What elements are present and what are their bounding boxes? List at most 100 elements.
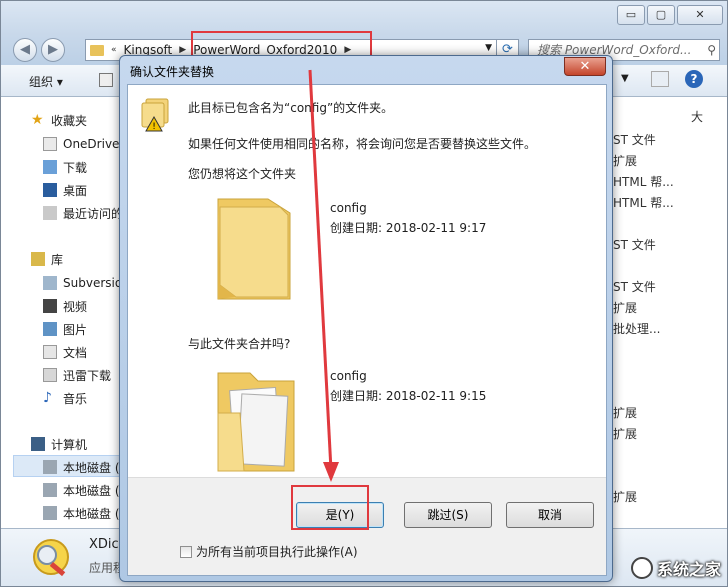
dialog-message-1: 此目标已包含名为“config”的文件夹。 [188,101,394,115]
chevron-right-icon[interactable]: ▶ [176,45,189,55]
source-folder-date: 创建日期: 2018-02-11 9:17 [330,221,487,235]
target-folder-date: 创建日期: 2018-02-11 9:15 [330,389,487,403]
nav-label: 本地磁盘 ( [63,483,120,498]
file-list-columns: 大 ST 文件 扩展 HTML 帮... HTML 帮... ST 文件 ST … [613,98,727,528]
open-folder-icon [217,372,295,472]
recent-places-icon [43,206,57,220]
file-type-cell[interactable]: HTML 帮... [613,194,674,211]
dialog-message-2: 如果任何文件使用相同的名称，将会询问您是否要替换这些文件。 [188,137,537,151]
nav-label: 迅雷下载 [63,368,112,383]
file-type-cell[interactable]: 扩展 [613,488,637,505]
apply-to-all-checkbox[interactable]: 为所有当前项目执行此操作(A) [180,543,358,560]
nav-recent[interactable]: 最近访问的 [43,203,123,223]
computer-icon [31,437,45,451]
checkbox-label[interactable]: 为所有当前项目执行此操作(A) [196,543,358,560]
breadcrumb-overflow[interactable]: « [108,45,120,55]
file-type-cell[interactable]: 扩展 [613,299,637,316]
nav-onedrive[interactable]: OneDrive [43,134,119,154]
picture-icon [43,322,57,336]
library-icon [31,252,45,266]
nav-subversion[interactable]: Subversio [43,273,122,293]
nav-label: 计算机 [51,437,88,452]
search-icon[interactable]: ⚲ [707,40,716,60]
nav-favorites[interactable]: ★ 收藏夹 [31,110,87,130]
drive-icon [43,506,57,520]
nav-videos[interactable]: 视频 [43,296,87,316]
close-window-button[interactable]: ✕ [677,5,723,25]
nav-label: Subversio [63,276,123,290]
dialog-question-2: 与此文件夹合并吗? [188,337,291,351]
file-type-cell[interactable]: 批处理... [613,320,660,337]
explorer-titlebar: ▭ ▢ ✕ [1,1,727,35]
nav-label: 图片 [63,322,88,337]
back-button[interactable]: ◀ [13,38,37,62]
maximize-button[interactable]: ▢ [647,5,675,25]
folder-icon [90,44,104,56]
nav-label: 桌面 [63,183,88,198]
help-icon[interactable]: ? [685,70,703,88]
minimize-button[interactable]: ▭ [617,5,645,25]
nav-label: 文档 [63,345,88,360]
watermark: 系统之家 [630,556,721,580]
nav-documents[interactable]: 文档 [43,342,87,362]
nav-music[interactable]: ♪ 音乐 [43,388,87,408]
onedrive-icon [43,137,57,151]
nav-label: 视频 [63,299,88,314]
watermark-logo-icon [630,557,653,579]
file-type-cell[interactable]: ST 文件 [613,236,656,253]
thunder-icon [43,368,57,382]
nav-label: 本地磁盘 ( [63,460,120,475]
nav-libraries[interactable]: 库 [31,249,63,269]
cancel-button[interactable]: 取消 [506,502,594,528]
checkbox-box[interactable] [180,545,192,558]
target-folder-name: config [330,369,367,383]
nav-label: 本地磁盘 ( [63,506,120,521]
nav-downloads[interactable]: 下载 [43,157,87,177]
star-icon: ★ [31,112,44,128]
nav-label: 收藏夹 [51,113,88,128]
xdict-app-icon [33,539,69,577]
dialog-close-button[interactable]: ✕ [564,57,606,76]
navigation-pane: ★ 收藏夹 OneDrive 下载 桌面 最近访问的 库 Subversio 视… [1,98,123,528]
nav-computer[interactable]: 计算机 [31,434,87,454]
forward-button[interactable]: ▶ [41,38,65,62]
watermark-text: 系统之家 [656,560,721,579]
nav-desktop[interactable]: 桌面 [43,180,87,200]
document-icon [43,345,57,359]
nav-label: 下载 [63,160,88,175]
file-type-cell[interactable]: ST 文件 [613,131,656,148]
properties-icon[interactable] [99,73,113,87]
skip-button[interactable]: 跳过(S) [404,502,492,528]
nav-label: OneDrive [63,137,120,151]
desktop-icon [43,183,57,197]
nav-thunder-downloads[interactable]: 迅雷下载 [43,365,111,385]
file-type-cell[interactable]: 扩展 [613,152,637,169]
file-type-cell[interactable]: HTML 帮... [613,173,674,190]
drive-icon [43,483,57,497]
warning-folder-icon: ! [141,98,169,132]
annotation-highlight-yes [291,485,369,530]
dialog-question-1: 您仍想将这个文件夹 [188,167,297,181]
dialog-title: 确认文件夹替换 [130,65,215,79]
file-type-cell[interactable]: 扩展 [613,404,637,421]
source-folder-name: config [330,201,367,215]
nav-drive-e[interactable]: 本地磁盘 ( [43,503,120,523]
svg-text:!: ! [152,122,156,132]
music-icon: ♪ [43,390,52,406]
view-toggle-icon[interactable] [651,71,669,87]
file-type-cell[interactable]: 扩展 [613,425,637,442]
subversion-icon [43,276,57,290]
nav-label: 库 [51,252,64,267]
chevron-down-icon[interactable]: ▼ [621,73,629,84]
organize-menu[interactable]: 组织 ▾ [29,73,63,90]
window-controls: ▭ ▢ ✕ [617,5,723,25]
nav-drive-c[interactable]: 本地磁盘 ( [43,457,120,477]
nav-label: 音乐 [63,391,88,406]
nav-drive-d[interactable]: 本地磁盘 ( [43,480,120,500]
file-type-cell[interactable]: ST 文件 [613,278,656,295]
download-icon [43,160,57,174]
column-header-size[interactable]: 大 [691,108,703,125]
nav-pictures[interactable]: 图片 [43,319,87,339]
chevron-down-icon[interactable]: ▼ [485,43,492,53]
folder-icon [217,198,291,300]
